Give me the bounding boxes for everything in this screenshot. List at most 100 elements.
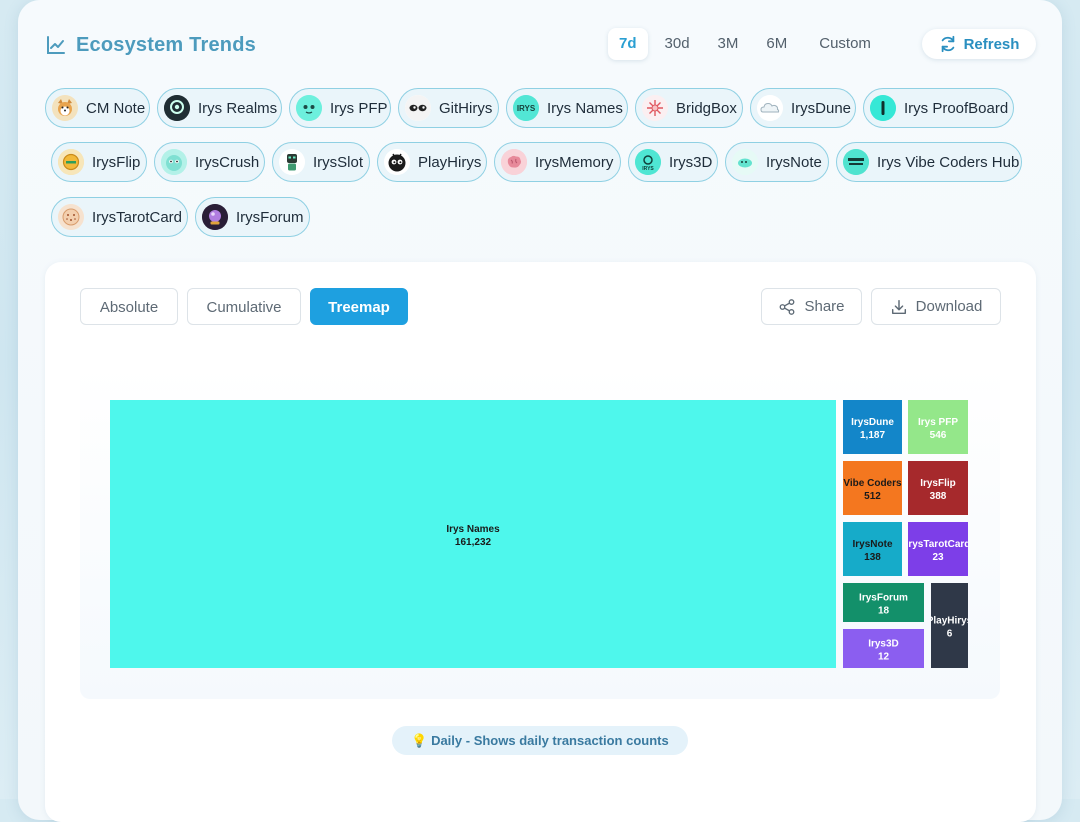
project-chip-irys3d[interactable]: IRYS Irys3D [628,142,718,182]
page-title: Ecosystem Trends [46,30,256,60]
tab-absolute[interactable]: Absolute [80,288,178,325]
treemap-value: 18 [878,606,890,617]
chip-label: IrysForum [236,208,304,226]
project-chip-iryscrush[interactable]: IrysCrush [154,142,265,182]
treemap-cell-vibe-coders[interactable]: Vibe Coders 512 [843,461,902,515]
tab-treemap[interactable]: Treemap [310,288,408,325]
tab-cumulative[interactable]: Cumulative [187,288,301,325]
treemap-value: 161,232 [455,537,492,548]
refresh-label: Refresh [963,35,1020,53]
irys3d-logo-icon: IRYS [635,149,661,175]
download-button[interactable]: Download [871,288,1001,325]
page-title-text: Ecosystem Trends [76,33,256,56]
download-label: Download [915,298,983,315]
chip-label: Irys Names [547,99,623,117]
download-icon [891,299,906,314]
treemap-value: 138 [864,552,881,563]
treemap-cell-irys3d[interactable]: Irys3D 12 [843,629,924,668]
project-chip-irystarotcard[interactable]: IrysTarotCard [51,197,188,237]
treemap-label: IrysForum [859,593,908,604]
realms-logo-icon [164,95,190,121]
treemap-cell-irysdune[interactable]: IrysDune 1,187 [843,400,902,454]
slot-robot-icon [279,149,305,175]
treemap-value: 1,187 [860,430,885,441]
refresh-button[interactable]: Refresh [922,29,1036,59]
treemap-cell-irys-names[interactable]: Irys Names 161,232 [110,400,836,668]
project-chip-playhirys[interactable]: PlayHirys [377,142,487,182]
project-chip-irys-proofboard[interactable]: Irys ProofBoard [863,88,1014,128]
tarot-card-icon [58,204,84,230]
time-range-selector: 7d 30d 3M 6M Custom [608,28,888,60]
playhirys-face-icon [384,149,410,175]
project-chip-irys-names[interactable]: IRYS Irys Names [506,88,628,128]
vibe-coders-logo-icon [843,149,869,175]
treemap-label: Irys3D [868,639,899,650]
treemap-cell-irysforum[interactable]: IrysForum 18 [843,583,924,622]
bridgbox-logo-icon [642,95,668,121]
project-chip-cm-note[interactable]: CM Note [45,88,150,128]
line-chart-icon [47,36,65,54]
chip-label: Irys ProofBoard [904,99,1009,117]
project-chip-irys-pfp[interactable]: Irys PFP [289,88,391,128]
treemap-label: Irys Names [446,524,500,535]
range-7d[interactable]: 7d [608,28,648,60]
treemap-cell-playhirys[interactable]: PlayHirys 6 [927,583,973,668]
project-chip-githirys[interactable]: GitHirys [398,88,499,128]
treemap-value: 23 [932,552,944,563]
chip-label: IrysCrush [195,153,260,171]
treemap-label: IrysTarotCard [906,539,971,550]
share-button[interactable]: Share [761,288,862,325]
chip-label: PlayHirys [418,153,482,171]
chip-label: IrysMemory [535,153,614,171]
treemap-value: 12 [878,652,890,663]
project-chip-irysdune[interactable]: IrysDune [750,88,856,128]
chip-label: IrysDune [791,99,852,117]
share-label: Share [804,298,845,315]
chart-hint: 💡 Daily - Shows daily transaction counts [392,726,688,755]
project-chip-irysmemory[interactable]: IrysMemory [494,142,621,182]
treemap-label: IrysDune [851,417,894,428]
project-chip-irysflip[interactable]: IrysFlip [51,142,147,182]
brain-icon [501,149,527,175]
treemap-label: PlayHirys [927,616,973,627]
crush-face-icon [161,149,187,175]
range-3m[interactable]: 3M [707,28,750,60]
chip-label: GitHirys [439,99,493,117]
treemap-value: 546 [930,430,947,441]
chip-label: Irys PFP [330,99,388,117]
treemap-cell-irystarotcard[interactable]: IrysTarotCard 23 [906,522,971,576]
chip-label: IrysSlot [313,153,364,171]
svg-text:IRYS: IRYS [642,166,654,172]
chip-label: IrysFlip [92,153,141,171]
treemap-label: IrysNote [852,539,892,550]
crystal-ball-icon [202,204,228,230]
treemap-label: Vibe Coders [843,478,902,489]
project-chip-irysslot[interactable]: IrysSlot [272,142,370,182]
chip-label: CM Note [86,99,146,117]
treemap-value: 512 [864,491,881,502]
treemap-cell-irys-pfp[interactable]: Irys PFP 546 [908,400,968,454]
project-chip-bridgbox[interactable]: BridgBox [635,88,743,128]
range-custom[interactable]: Custom [808,28,882,60]
irys-names-logo-icon: IRYS [513,95,539,121]
flip-coin-icon [58,149,84,175]
treemap-label: IrysFlip [920,478,956,489]
treemap-cell-irysflip[interactable]: IrysFlip 388 [908,461,968,515]
svg-text:IRYS: IRYS [517,104,536,113]
project-chip-irys-realms[interactable]: Irys Realms [157,88,282,128]
treemap-chart-area: Irys Names 161,232 IrysDune 1,187 Irys PFP 54… [80,366,1000,699]
project-chip-irysforum[interactable]: IrysForum [195,197,310,237]
treemap-cell-irysnote[interactable]: IrysNote 138 [843,522,902,576]
githirys-eyes-icon [405,95,431,121]
chip-label: IrysTarotCard [92,208,183,226]
range-30d[interactable]: 30d [654,28,701,60]
project-chip-irysnote[interactable]: IrysNote [725,142,829,182]
chip-label: IrysNote [766,153,822,171]
project-chip-irys-vibe-coders-hub[interactable]: Irys Vibe Coders Hub [836,142,1022,182]
chip-label: Irys3D [669,153,713,171]
treemap-value: 6 [947,629,953,640]
proofboard-logo-icon [870,95,896,121]
share-icon [780,298,795,315]
range-6m[interactable]: 6M [755,28,798,60]
refresh-icon [941,35,954,53]
